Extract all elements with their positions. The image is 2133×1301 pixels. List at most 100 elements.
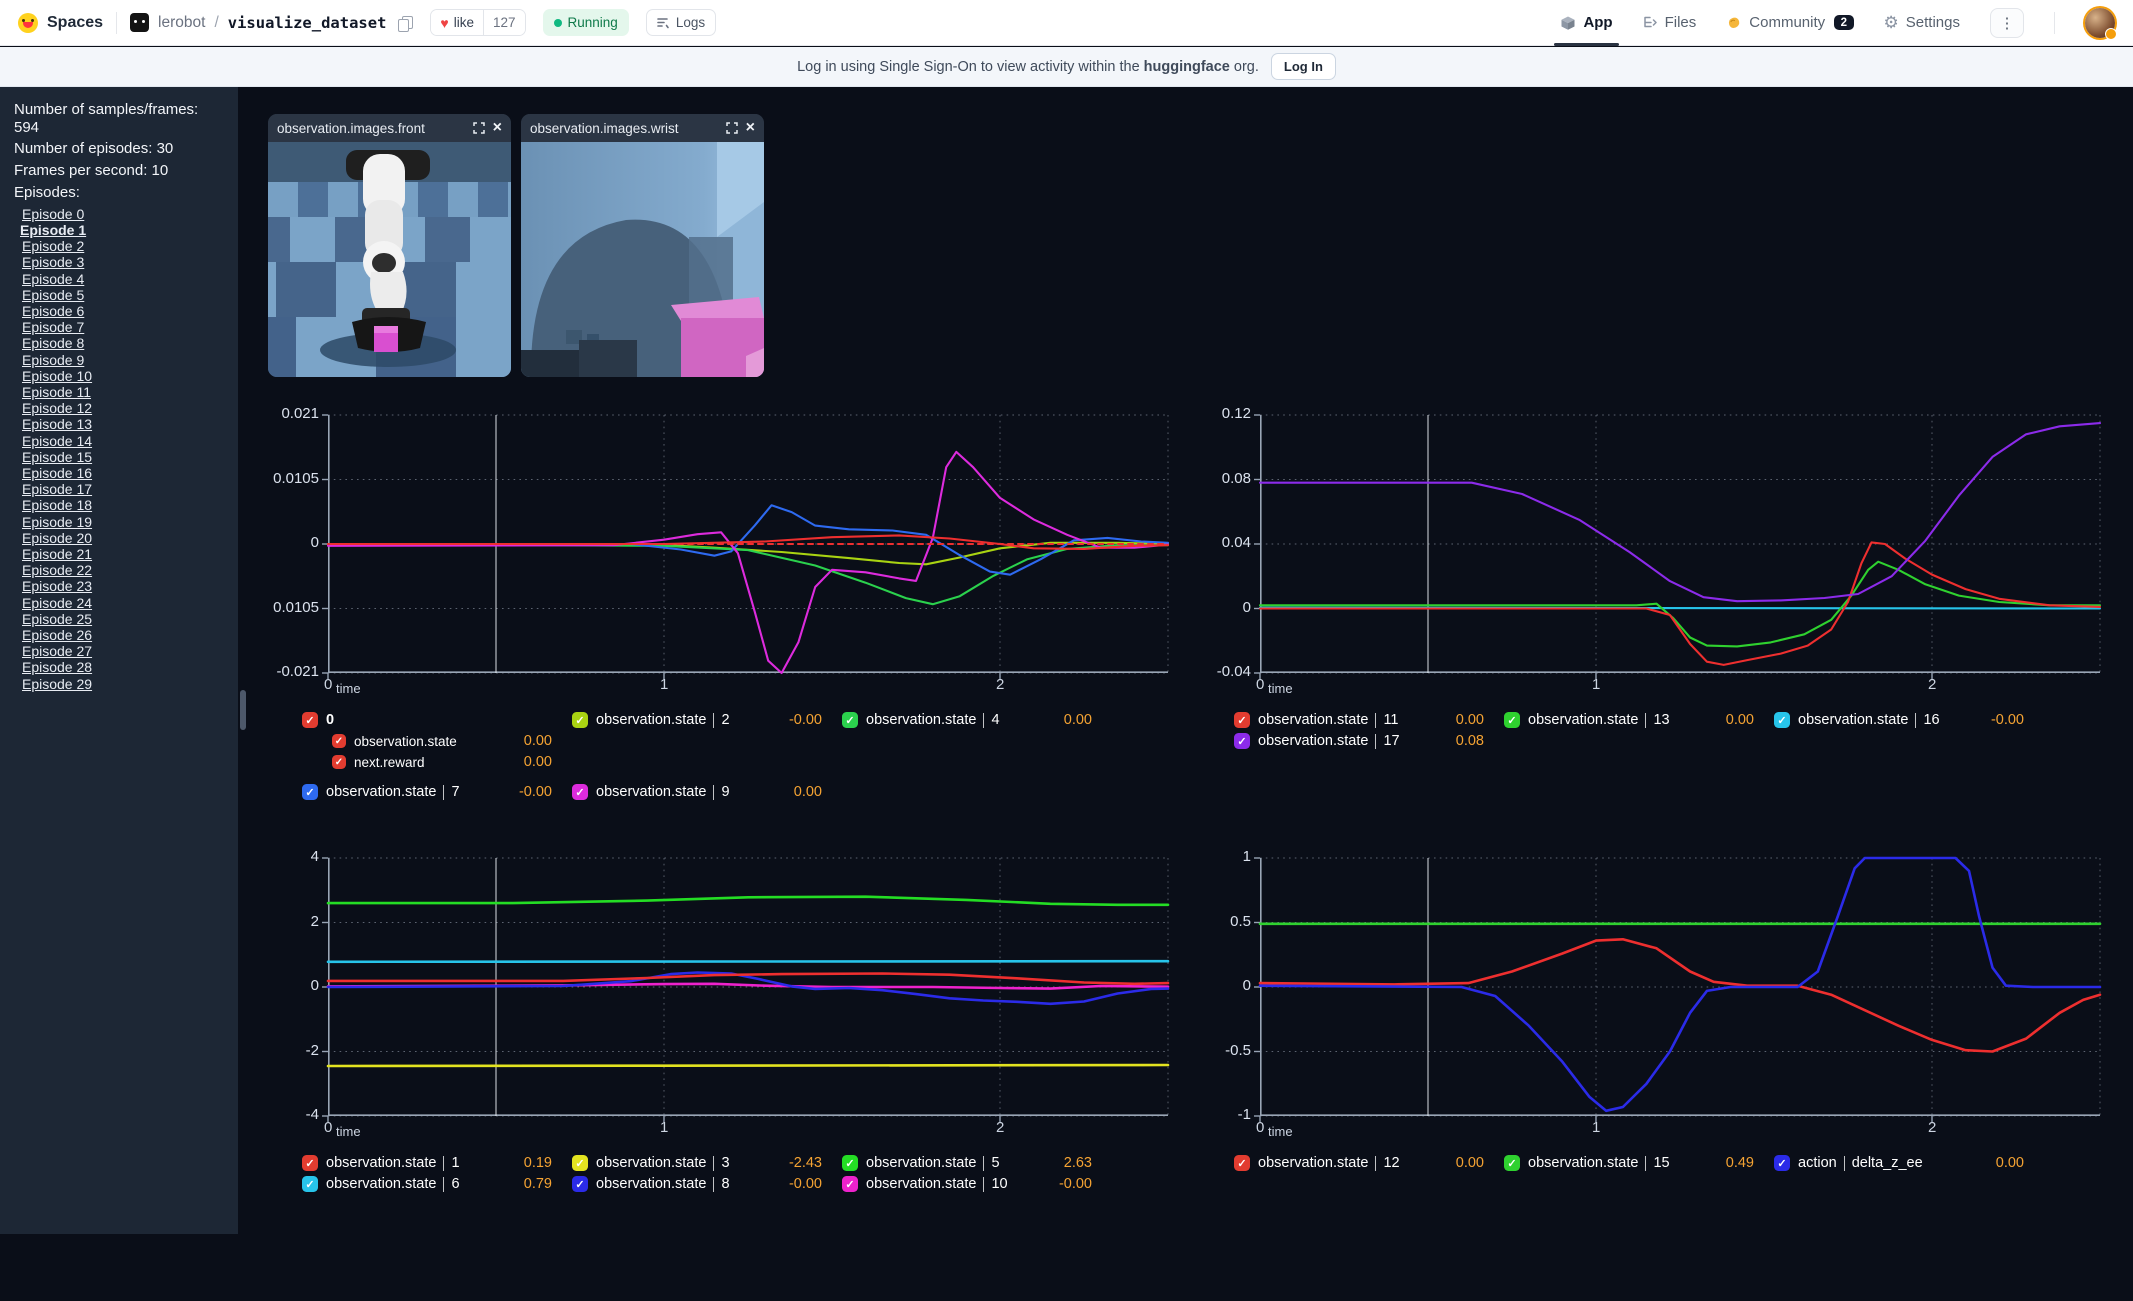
sidebar-item-episode-9[interactable]: Episode 9 <box>22 352 226 368</box>
legend-checkbox[interactable]: ✓ <box>1234 712 1250 728</box>
sidebar-item-episode-28[interactable]: Episode 28 <box>22 659 226 675</box>
sidebar-item-episode-10[interactable]: Episode 10 <box>22 368 226 384</box>
sidebar-item-episode-21[interactable]: Episode 21 <box>22 546 226 562</box>
sidebar-item-episode-16[interactable]: Episode 16 <box>22 465 226 481</box>
series-line-observation-state-13 <box>1260 562 2100 647</box>
legend-checkbox[interactable]: ✓ <box>572 1176 588 1192</box>
legend-label: observation.state <box>596 784 706 800</box>
x-axis-title: time <box>336 681 361 696</box>
legend-index: 8 <box>721 1176 729 1192</box>
running-status-badge[interactable]: Running <box>543 9 629 36</box>
legend-checkbox[interactable]: ✓ <box>842 1176 858 1192</box>
sidebar-item-episode-11[interactable]: Episode 11 <box>22 384 226 400</box>
more-options-button[interactable]: ⋮ <box>1990 8 2024 38</box>
running-label: Running <box>568 15 618 30</box>
sidebar-item-episode-19[interactable]: Episode 19 <box>22 514 226 530</box>
sidebar-item-episode-12[interactable]: Episode 12 <box>22 400 226 416</box>
video-card-wrist-header: observation.images.wrist × <box>521 114 764 142</box>
legend-checkbox[interactable]: ✓ <box>572 784 588 800</box>
sidebar-item-episode-0[interactable]: Episode 0 <box>22 206 226 222</box>
community-count-badge: 2 <box>1834 15 1853 30</box>
close-icon[interactable]: × <box>493 120 502 136</box>
sidebar-item-episode-5[interactable]: Episode 5 <box>22 287 226 303</box>
series-line-observation-state <box>328 535 1168 549</box>
legend-checkbox[interactable]: ✓ <box>1504 712 1520 728</box>
tab-files[interactable]: Files <box>1643 0 1697 46</box>
user-avatar[interactable] <box>2085 8 2115 38</box>
plot-area[interactable] <box>1260 415 2100 673</box>
legend-current-value: -2.43 <box>789 1155 822 1171</box>
legend-checkbox[interactable]: ✓ <box>1234 733 1250 749</box>
tab-settings[interactable]: ⚙ Settings <box>1884 0 1960 46</box>
legend-checkbox[interactable]: ✓ <box>842 1155 858 1171</box>
org-link[interactable]: lerobot <box>158 14 205 32</box>
sso-org-name: huggingface <box>1144 59 1230 75</box>
sidebar-item-episode-18[interactable]: Episode 18 <box>22 497 226 513</box>
legend-checkbox[interactable]: ✓ <box>302 1176 318 1192</box>
sidebar-item-episode-3[interactable]: Episode 3 <box>22 254 226 270</box>
sidebar-item-episode-7[interactable]: Episode 7 <box>22 319 226 335</box>
legend-checkbox[interactable]: ✓ <box>302 1155 318 1171</box>
legend-checkbox[interactable]: ✓ <box>302 712 318 728</box>
sidebar-item-episode-23[interactable]: Episode 23 <box>22 578 226 594</box>
repo-name-link[interactable]: visualize_dataset <box>228 14 387 32</box>
copy-repo-name-icon[interactable] <box>397 15 413 31</box>
plot-area[interactable] <box>328 415 1168 673</box>
legend-index: 5 <box>991 1155 999 1171</box>
like-button[interactable]: ♥ like <box>431 10 483 35</box>
legend-checkbox[interactable]: ✓ <box>1774 1155 1790 1171</box>
sidebar-item-episode-13[interactable]: Episode 13 <box>22 416 226 432</box>
sidebar-item-episode-17[interactable]: Episode 17 <box>22 481 226 497</box>
tab-settings-label: Settings <box>1906 14 1960 31</box>
like-widget: ♥ like 127 <box>430 9 525 36</box>
sidebar-item-episode-22[interactable]: Episode 22 <box>22 562 226 578</box>
front-camera-preview <box>268 142 511 377</box>
legend-label: observation.state <box>1258 733 1368 749</box>
sidebar-item-episode-1[interactable]: Episode 1 <box>20 222 226 238</box>
sidebar-item-episode-29[interactable]: Episode 29 <box>22 676 226 692</box>
episodes-count-text: Number of episodes: 30 <box>14 139 226 159</box>
video-title-front: observation.images.front <box>277 121 465 136</box>
spaces-brand-label[interactable]: Spaces <box>47 14 103 32</box>
expand-icon[interactable] <box>473 122 485 134</box>
legend-checkbox[interactable]: ✓ <box>572 712 588 728</box>
sidebar-item-episode-25[interactable]: Episode 25 <box>22 611 226 627</box>
expand-icon[interactable] <box>726 122 738 134</box>
legend-checkbox[interactable]: ✓ <box>332 734 346 748</box>
sidebar-item-episode-26[interactable]: Episode 26 <box>22 627 226 643</box>
sidebar-item-episode-14[interactable]: Episode 14 <box>22 433 226 449</box>
lerobot-org-avatar[interactable] <box>130 13 149 32</box>
sidebar-item-episode-24[interactable]: Episode 24 <box>22 595 226 611</box>
legend-label-divider <box>1375 1156 1376 1171</box>
x-axis-labels: 012time <box>328 673 1168 703</box>
legend-label: next.reward <box>354 755 425 770</box>
sidebar-item-episode-20[interactable]: Episode 20 <box>22 530 226 546</box>
legend-checkbox[interactable]: ✓ <box>302 784 318 800</box>
legend-label-divider <box>443 785 444 800</box>
legend-checkbox[interactable]: ✓ <box>1774 712 1790 728</box>
legend-checkbox[interactable]: ✓ <box>842 712 858 728</box>
close-icon[interactable]: × <box>746 120 755 136</box>
sidebar-item-episode-2[interactable]: Episode 2 <box>22 238 226 254</box>
like-count[interactable]: 127 <box>483 10 525 35</box>
y-tick-label: 0.08 <box>1222 470 1251 487</box>
tab-app[interactable]: App <box>1560 0 1612 46</box>
sidebar-item-episode-8[interactable]: Episode 8 <box>22 335 226 351</box>
sidebar-item-episode-6[interactable]: Episode 6 <box>22 303 226 319</box>
legend-checkbox[interactable]: ✓ <box>1234 1155 1250 1171</box>
tab-community[interactable]: Community 2 <box>1726 0 1853 46</box>
login-button[interactable]: Log In <box>1271 53 1336 80</box>
sidebar-item-episode-4[interactable]: Episode 4 <box>22 271 226 287</box>
sidebar-item-episode-27[interactable]: Episode 27 <box>22 643 226 659</box>
sidebar-item-episode-15[interactable]: Episode 15 <box>22 449 226 465</box>
legend-checkbox[interactable]: ✓ <box>572 1155 588 1171</box>
legend-label: observation.state <box>326 1176 436 1192</box>
plot-area[interactable] <box>1260 858 2100 1116</box>
legend-checkbox[interactable]: ✓ <box>332 755 346 769</box>
repo-slash: / <box>214 14 218 32</box>
gear-icon: ⚙ <box>1884 14 1899 31</box>
legend-checkbox[interactable]: ✓ <box>1504 1155 1520 1171</box>
plot-area[interactable] <box>328 858 1168 1116</box>
logs-button[interactable]: Logs <box>646 9 716 36</box>
legend-label: observation.state <box>866 1176 976 1192</box>
